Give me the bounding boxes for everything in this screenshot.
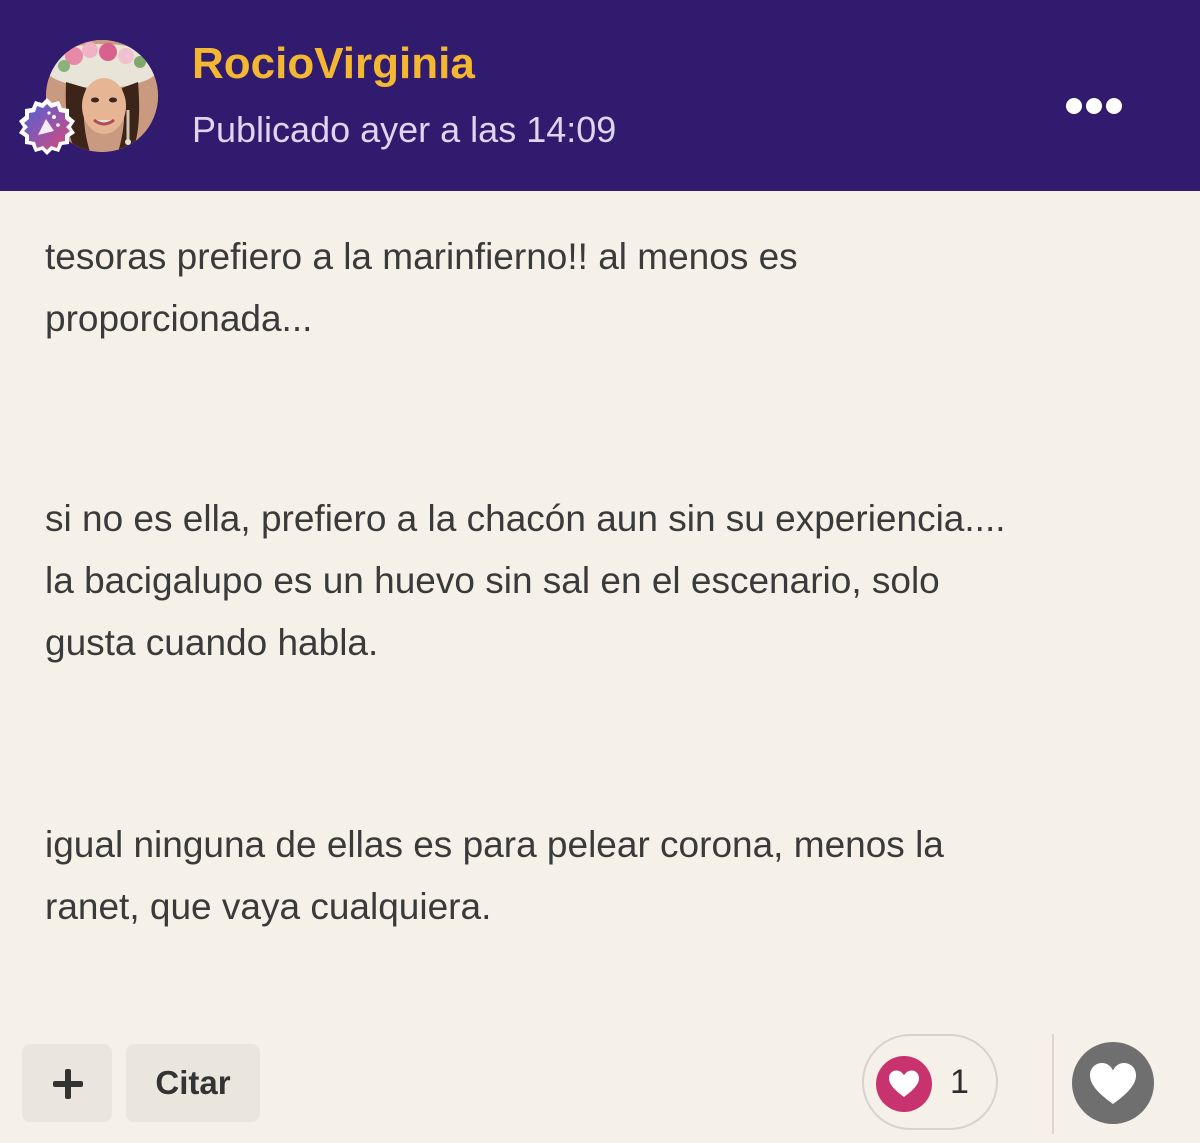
confetti-badge-icon [16, 95, 78, 157]
add-button[interactable] [22, 1044, 112, 1122]
reaction-count: 1 [950, 1063, 969, 1101]
like-button[interactable] [1072, 1042, 1154, 1124]
heart-icon [1072, 1042, 1154, 1124]
post-header: RocioVirginia Publicado ayer a las 14:09 [0, 0, 1200, 191]
plus-icon [53, 1069, 83, 1099]
heart-icon [876, 1056, 932, 1112]
footer-divider [1052, 1034, 1054, 1134]
post-timestamp: Publicado ayer a las 14:09 [192, 109, 617, 150]
forum-post: RocioVirginia Publicado ayer a las 14:09… [0, 0, 1200, 1143]
more-dots-icon [1066, 98, 1122, 114]
post-paragraph: tesoras prefiero a la marinfierno!! al m… [45, 236, 798, 339]
post-paragraph: igual ninguna de ellas es para pelear co… [45, 824, 944, 927]
author-name[interactable]: RocioVirginia [192, 38, 475, 90]
avatar-group[interactable] [16, 40, 158, 156]
post-paragraph: si no es ella, prefiero a la chacón aun … [45, 498, 1006, 663]
reaction-button[interactable]: 1 [862, 1034, 998, 1130]
more-options-button[interactable] [1058, 88, 1130, 124]
quote-button[interactable]: Citar [126, 1044, 260, 1122]
